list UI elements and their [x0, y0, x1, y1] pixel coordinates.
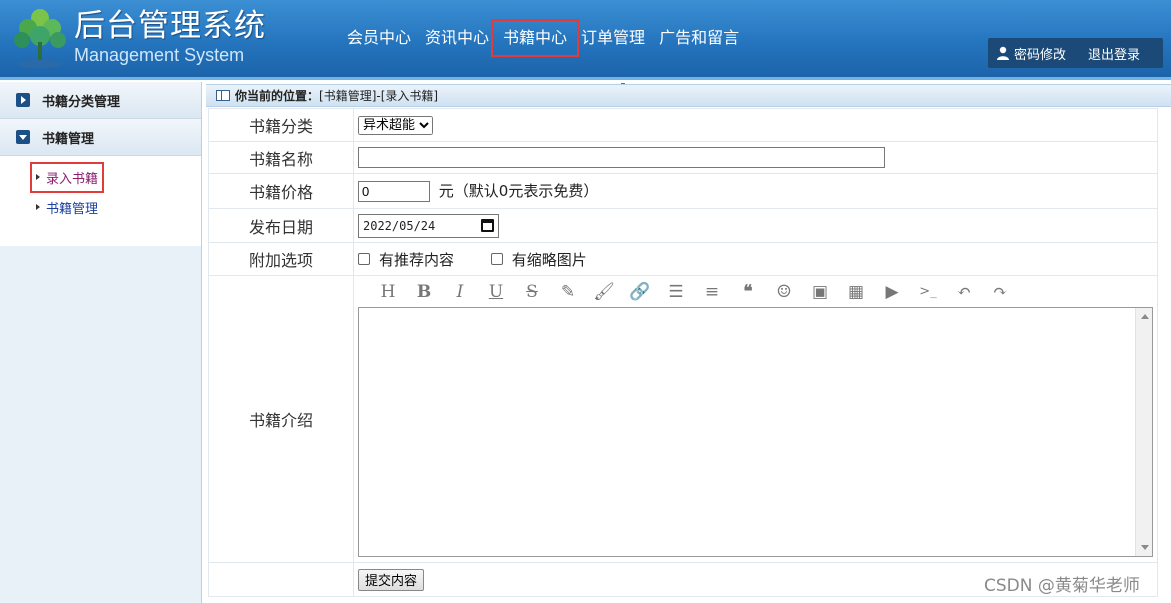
bullet-triangle-icon — [36, 204, 40, 210]
align-left-icon[interactable]: ≡ — [694, 279, 730, 305]
code-icon[interactable]: >_ — [910, 279, 946, 305]
sidebar-item-box: 录入书籍 — [29, 161, 105, 193]
breadcrumb-label: 你当前的位置： — [235, 89, 320, 103]
category-label: 书籍分类 — [208, 108, 354, 142]
watermark: CSDN @黄菊华老师 — [984, 576, 1140, 596]
checkbox-box[interactable] — [358, 253, 370, 265]
logout-button[interactable]: 退出登录 — [1088, 44, 1140, 63]
publish-date-input[interactable]: 2022/05/24 — [358, 213, 499, 238]
image-icon[interactable]: ▣ — [802, 279, 838, 305]
sidebar-item-add-book[interactable]: 录入书籍 — [0, 161, 201, 193]
rich-text-editor[interactable] — [358, 306, 1153, 557]
name-label: 书籍名称 — [208, 141, 354, 174]
change-password-label: 密码修改 — [1014, 47, 1067, 63]
category-select[interactable]: 异术超能 — [358, 116, 433, 135]
date-value: 2022/05/24 — [363, 218, 436, 233]
nav-order-management[interactable]: 订单管理 — [574, 24, 652, 52]
breadcrumb: 你当前的位置： [书籍管理]-[录入书籍] — [206, 84, 1171, 107]
tree-logo-icon — [14, 9, 66, 68]
app-subtitle: Management System — [74, 45, 245, 65]
undo-icon[interactable]: ↶ — [946, 279, 982, 305]
bullet-list-icon[interactable]: ☰ — [658, 279, 694, 305]
heading-icon[interactable]: H — [370, 279, 406, 305]
empty-label-cell — [208, 562, 354, 597]
book-name-input[interactable] — [358, 147, 885, 168]
nav-ads-messages[interactable]: 广告和留言 — [652, 24, 746, 52]
editor-scrollbar[interactable] — [1135, 307, 1152, 556]
bold-icon[interactable]: B — [406, 279, 442, 305]
options-label: 附加选项 — [208, 242, 354, 276]
sidebar: 书籍分类管理 书籍管理 录入书籍 书籍管理 — [0, 82, 202, 603]
emoji-icon[interactable]: ☺ — [766, 279, 802, 305]
calendar-icon[interactable] — [481, 219, 494, 232]
price-input[interactable] — [358, 181, 430, 202]
italic-icon[interactable]: I — [442, 279, 478, 305]
nav-news-center[interactable]: 资讯中心 — [418, 24, 496, 52]
app-title: 后台管理系统 — [74, 8, 266, 44]
price-label: 书籍价格 — [208, 173, 354, 209]
sidebar-group-category[interactable]: 书籍分类管理 — [0, 82, 201, 119]
checkbox-box[interactable] — [490, 253, 503, 265]
editor-toolbar: H B I U S ✎ 🖌 🔗 ☰ ≡ ❝ ☺ ▣ ▦ ▶ >_ ↶ ↷ — [358, 277, 1157, 307]
date-label: 发布日期 — [208, 208, 354, 243]
user-icon — [997, 46, 1009, 60]
scroll-up-icon[interactable] — [1141, 313, 1149, 319]
breadcrumb-path: [书籍管理]-[录入书籍] — [319, 89, 439, 103]
list-icon — [216, 90, 230, 101]
bullet-triangle-icon — [36, 174, 40, 180]
nav-book-center[interactable]: 书籍中心 — [491, 19, 580, 57]
collapse-arrow-icon — [16, 130, 30, 144]
expand-arrow-icon — [16, 93, 30, 107]
sidebar-item-label: 录入书籍 — [46, 171, 99, 187]
brush-icon[interactable]: 🖌 — [586, 279, 622, 305]
top-navigation: 会员中心 资讯中心 书籍中心 订单管理 广告和留言 — [340, 19, 746, 57]
checkbox-label: 有推荐内容 — [379, 250, 455, 269]
sidebar-item-label: 书籍管理 — [46, 201, 99, 217]
recommend-checkbox[interactable]: 有推荐内容 — [358, 249, 454, 270]
thumbnail-checkbox[interactable]: 有缩略图片 — [490, 249, 587, 270]
checkbox-label: 有缩略图片 — [511, 250, 587, 269]
pencil-icon[interactable]: ✎ — [550, 279, 586, 305]
book-form: 书籍分类 异术超能 书籍名称 书籍价格 元（默认0元表示免费） 发布日期 202… — [208, 108, 1158, 597]
quote-icon[interactable]: ❝ — [730, 279, 766, 305]
sidebar-group-label: 书籍分类管理 — [42, 94, 121, 110]
app-header: 后台管理系统 Management System 会员中心 资讯中心 书籍中心 … — [0, 0, 1171, 80]
scroll-down-icon[interactable] — [1141, 544, 1149, 550]
nav-member-center[interactable]: 会员中心 — [340, 24, 418, 52]
redo-icon[interactable]: ↷ — [982, 279, 1018, 305]
sidebar-item-manage-books[interactable]: 书籍管理 — [0, 192, 201, 222]
strikethrough-icon[interactable]: S — [514, 279, 550, 305]
video-icon[interactable]: ▶ — [874, 279, 910, 305]
submit-button[interactable]: 提交内容 — [358, 568, 425, 591]
table-icon[interactable]: ▦ — [838, 279, 874, 305]
user-bar: 密码修改 退出登录 — [988, 38, 1163, 68]
price-hint: 元（默认0元表示免费） — [438, 182, 599, 200]
sidebar-sub-list: 录入书籍 书籍管理 — [0, 156, 201, 246]
link-icon[interactable]: 🔗 — [622, 279, 658, 305]
underline-icon[interactable]: U — [478, 279, 514, 305]
sidebar-group-label: 书籍管理 — [42, 131, 95, 147]
sidebar-group-books[interactable]: 书籍管理 — [0, 119, 201, 156]
change-password-button[interactable]: 密码修改 — [996, 44, 1066, 63]
intro-label: 书籍介绍 — [208, 275, 354, 563]
